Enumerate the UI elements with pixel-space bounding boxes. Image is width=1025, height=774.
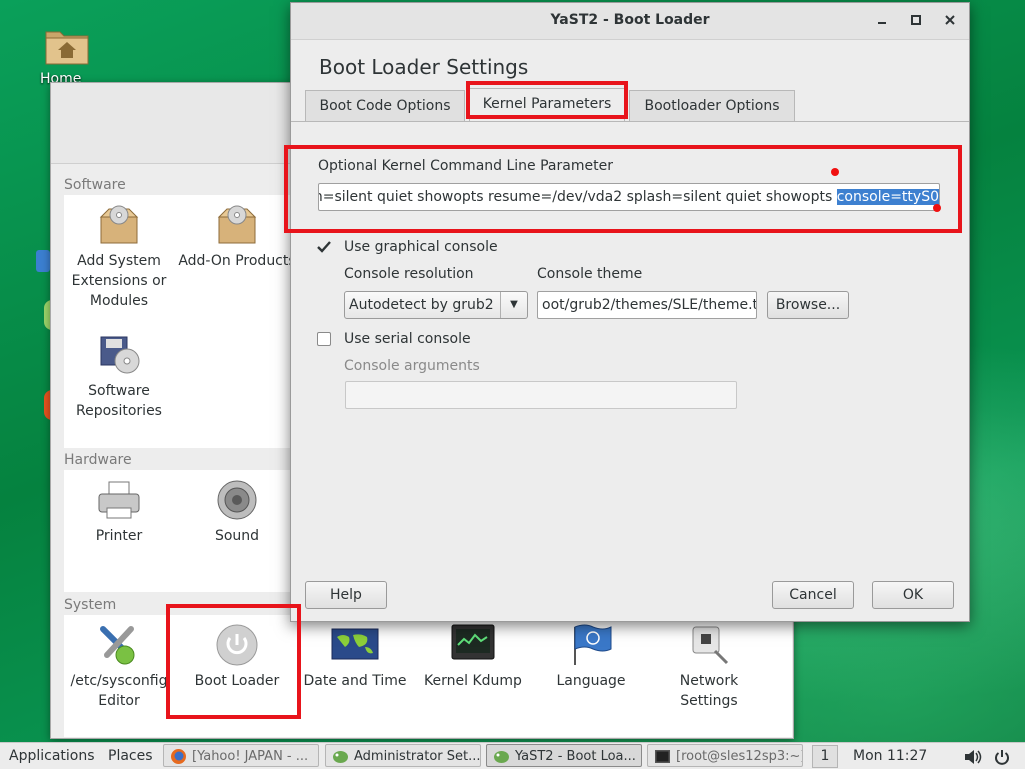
floppy-cd-icon: [100, 336, 140, 374]
yast-icon: [333, 751, 348, 763]
annotation-dot: [933, 204, 941, 212]
maximize-icon: [911, 15, 921, 25]
places-menu[interactable]: Places: [108, 743, 153, 769]
clock[interactable]: Mon 11:27: [853, 743, 927, 769]
console-arguments-label: Console arguments: [344, 358, 480, 374]
annotation-dot: [831, 168, 839, 176]
maximize-button[interactable]: [907, 11, 925, 29]
power-icon: [995, 750, 1009, 765]
terminal-icon: [655, 750, 670, 763]
serial-console-label[interactable]: Use serial console: [344, 331, 471, 347]
console-resolution-label: Console resolution: [344, 266, 474, 282]
ok-button[interactable]: OK: [872, 581, 954, 609]
applications-menu[interactable]: Applications: [9, 743, 95, 769]
minimize-icon: [878, 22, 886, 24]
serial-console-checkbox[interactable]: [317, 332, 331, 346]
taskbar-window-firefox[interactable]: [Yahoo! JAPAN - ...: [163, 744, 319, 767]
module-kernel-kdump[interactable]: Kernel Kdump: [414, 623, 532, 691]
package-cd-icon: [99, 205, 139, 244]
category-hardware: Hardware: [64, 452, 132, 468]
console-resolution-select[interactable]: Autodetect by grub2 ▼: [344, 291, 528, 319]
workspace-switcher[interactable]: 1: [812, 745, 838, 768]
settings-heading: Boot Loader Settings: [319, 55, 529, 79]
tab-bootloader-options[interactable]: Bootloader Options: [629, 90, 795, 121]
boot-loader-dialog: YaST2 - Boot Loader Boot Loader Settings…: [290, 2, 970, 622]
monitor-icon: [451, 624, 495, 660]
home-folder-icon[interactable]: [44, 24, 90, 66]
category-system: System: [64, 597, 117, 613]
module-add-system-extensions[interactable]: Add System Extensions or Modules: [60, 203, 178, 311]
highlight-boot-loader-module: [166, 604, 301, 719]
taskbar-window-yast-boot-loader[interactable]: YaST2 - Boot Loa...: [486, 744, 642, 767]
flag-icon: [574, 624, 612, 665]
cancel-button[interactable]: Cancel: [772, 581, 854, 609]
firefox-icon: [171, 749, 186, 764]
tools-icon: [100, 626, 135, 665]
module-sysconfig-editor[interactable]: /etc/sysconfig Editor: [60, 623, 178, 711]
volume-icon: [965, 750, 982, 764]
close-button[interactable]: [941, 11, 959, 29]
module-software-repositories[interactable]: Software Repositories: [60, 333, 178, 421]
tab-pane-border: [291, 121, 969, 122]
tab-boot-code-options[interactable]: Boot Code Options: [305, 90, 465, 121]
module-date-and-time[interactable]: Date and Time: [296, 623, 414, 691]
browse-button[interactable]: Browse...: [767, 291, 849, 319]
module-sound[interactable]: Sound: [178, 478, 296, 546]
volume-button[interactable]: [964, 748, 982, 764]
console-arguments-input[interactable]: [345, 381, 737, 409]
network-icon: [692, 626, 729, 665]
taskbar: Applications Places [Yahoo! JAPAN - ... …: [0, 742, 1025, 769]
help-button[interactable]: Help: [305, 581, 387, 609]
speaker-icon: [217, 480, 257, 520]
desktop-icon-partial: [36, 250, 50, 272]
module-add-on-products[interactable]: Add-On Products: [178, 203, 296, 271]
yast-icon: [494, 751, 509, 763]
minimize-button[interactable]: [873, 11, 891, 29]
checkmark-icon: [317, 241, 331, 253]
category-software: Software: [64, 177, 126, 193]
module-language[interactable]: Language: [532, 623, 650, 691]
console-theme-input[interactable]: oot/grub2/themes/SLE/theme.txt: [537, 291, 757, 319]
taskbar-window-administrator-settings[interactable]: Administrator Set...: [325, 744, 481, 767]
graphical-console-checkbox[interactable]: [316, 239, 331, 253]
dialog-title: YaST2 - Boot Loader: [550, 12, 710, 28]
highlight-kernel-param-field: [284, 145, 962, 233]
taskbar-window-terminal[interactable]: [root@sles12sp3:~]: [647, 744, 803, 767]
world-map-icon: [331, 628, 379, 660]
graphical-console-label[interactable]: Use graphical console: [344, 239, 498, 255]
power-menu-button[interactable]: [994, 748, 1010, 765]
module-network-settings[interactable]: Network Settings: [650, 623, 768, 711]
printer-icon: [98, 481, 140, 519]
console-theme-label: Console theme: [537, 266, 643, 282]
module-printer[interactable]: Printer: [60, 478, 178, 546]
chevron-down-icon: ▼: [500, 292, 527, 318]
highlight-kernel-parameters-tab: [466, 81, 628, 119]
package-cd-icon: [217, 205, 257, 244]
close-icon: [945, 15, 955, 25]
